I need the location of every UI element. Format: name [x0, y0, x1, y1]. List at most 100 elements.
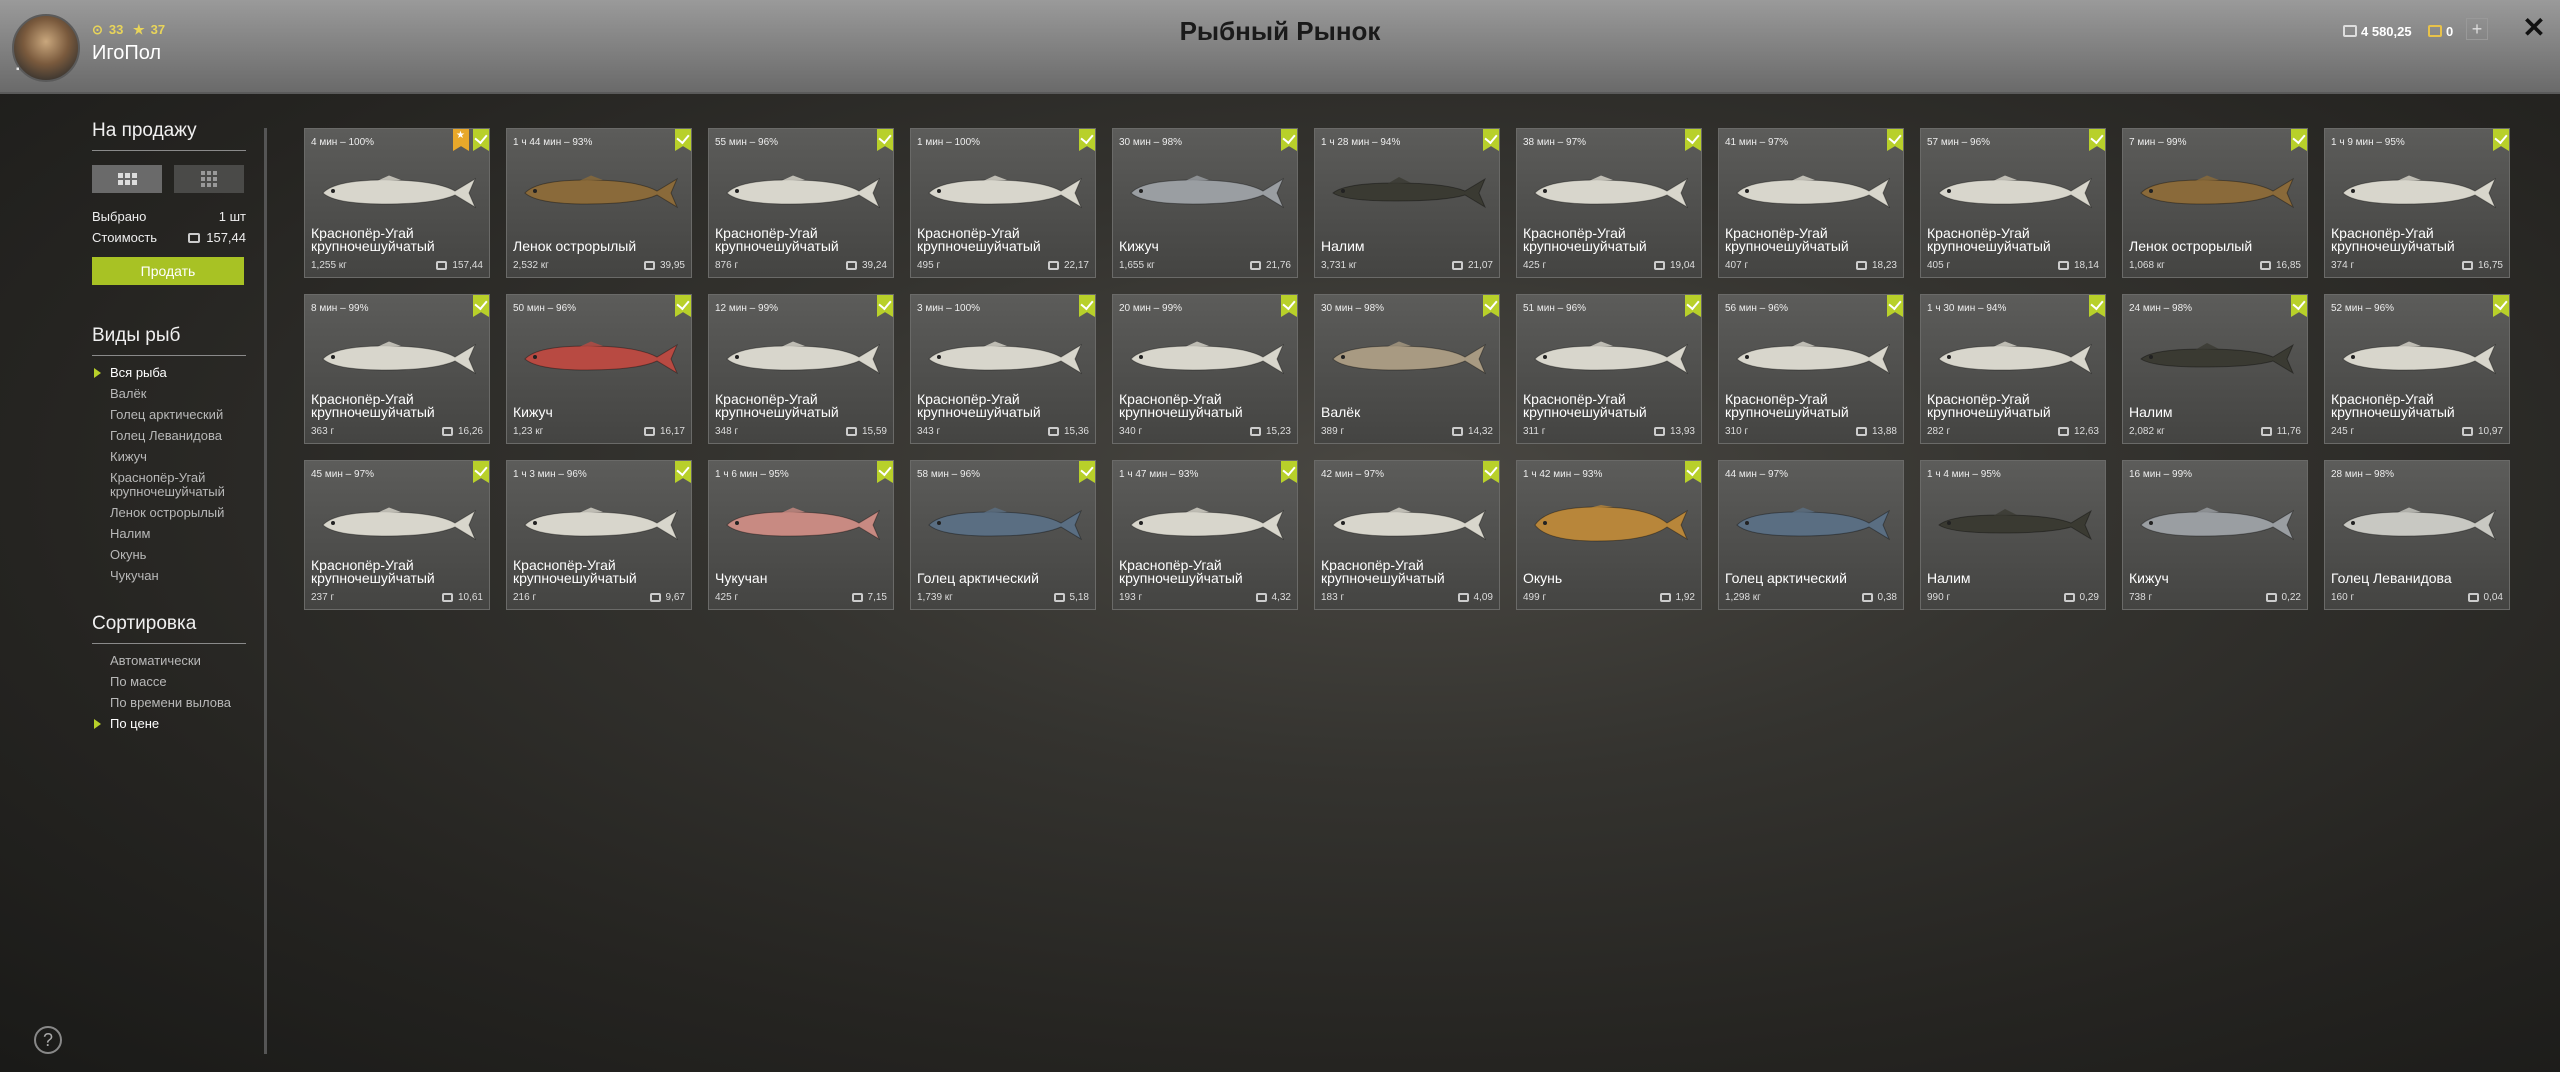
fish-card[interactable]: 20 мин – 99% Краснопёр-Угай крупночешуйча…	[1112, 294, 1298, 444]
selected-check-icon[interactable]	[1079, 129, 1095, 151]
selected-check-icon[interactable]	[473, 461, 489, 483]
price-value: 0,22	[2281, 592, 2301, 603]
sort-option-item[interactable]: По массе	[92, 675, 246, 689]
price-value: 39,24	[861, 260, 887, 271]
fish-card[interactable]: 42 мин – 97% Краснопёр-Угай крупночешуйча…	[1314, 460, 1500, 610]
silver-coin-icon	[1451, 427, 1463, 436]
selected-check-icon[interactable]	[2089, 295, 2105, 317]
selected-check-icon[interactable]	[2291, 129, 2307, 151]
price-value: 13,93	[1669, 426, 1695, 437]
selected-check-icon[interactable]	[675, 461, 691, 483]
fish-card[interactable]: 1 ч 4 мин – 95% Налим 990 г 0,29	[1920, 460, 2106, 610]
selected-check-icon[interactable]	[1483, 129, 1499, 151]
selected-check-icon[interactable]	[1685, 461, 1701, 483]
selected-check-icon[interactable]	[1483, 461, 1499, 483]
fish-card[interactable]: 1 ч 42 мин – 93% Окунь 499 г 1,92	[1516, 460, 1702, 610]
silver-coin-icon	[2461, 427, 2473, 436]
selected-check-icon[interactable]	[473, 295, 489, 317]
fish-type-item[interactable]: Чукучан	[92, 569, 246, 583]
fish-card[interactable]: 1 ч 3 мин – 96% Краснопёр-Угай крупночешу…	[506, 460, 692, 610]
selected-check-icon[interactable]	[1281, 461, 1297, 483]
sort-option-item[interactable]: Автоматически	[92, 654, 246, 668]
selected-check-icon[interactable]	[2291, 295, 2307, 317]
fish-card[interactable]: 1 мин – 100% Краснопёр-Угай крупночешуйча…	[910, 128, 1096, 278]
selected-check-icon[interactable]	[1685, 295, 1701, 317]
fish-card[interactable]: 56 мин – 96% Краснопёр-Угай крупночешуйча…	[1718, 294, 1904, 444]
fish-price: 0,29	[2063, 592, 2099, 603]
fish-card[interactable]: 8 мин – 99% Краснопёр-Угай крупночешуйчат…	[304, 294, 490, 444]
gold-balance: 0	[2428, 20, 2453, 42]
fish-card[interactable]: 51 мин – 96% Краснопёр-Угай крупночешуйча…	[1516, 294, 1702, 444]
fish-price: 16,26	[441, 426, 483, 437]
fish-price: 0,04	[2467, 592, 2503, 603]
fish-card[interactable]: 57 мин – 96% Краснопёр-Угай крупночешуйча…	[1920, 128, 2106, 278]
fish-card[interactable]: 7 мин – 99% Ленок острорылый 1,068 кг 16,85	[2122, 128, 2308, 278]
fish-weight: 876 г	[715, 260, 739, 271]
fish-card[interactable]: 1 ч 47 мин – 93% Краснопёр-Угай крупночеш…	[1112, 460, 1298, 610]
price-value: 16,85	[2275, 260, 2301, 271]
fish-card[interactable]: 50 мин – 96% Кижуч 1,23 кг 16,17	[506, 294, 692, 444]
fish-card[interactable]: 1 ч 6 мин – 95% Чукучан 425 г 7,15	[708, 460, 894, 610]
selected-check-icon[interactable]	[675, 295, 691, 317]
selected-check-icon[interactable]	[1281, 295, 1297, 317]
selected-check-icon[interactable]	[2493, 295, 2509, 317]
fish-weight: 311 г	[1523, 426, 1546, 437]
fish-type-item[interactable]: Краснопёр-Угай крупночешуйчатый	[92, 471, 246, 499]
selected-check-icon[interactable]	[1079, 295, 1095, 317]
fish-card[interactable]: 44 мин – 97% Голец арктический 1,298 кг 0,3…	[1718, 460, 1904, 610]
fish-card[interactable]: 1 ч 28 мин – 94% Налим 3,731 кг 21,07	[1314, 128, 1500, 278]
selected-check-icon[interactable]	[1887, 129, 1903, 151]
silver-coin-icon	[441, 593, 453, 602]
fish-card[interactable]: 1 ч 9 мин – 95% Краснопёр-Угай крупночешу…	[2324, 128, 2510, 278]
large-grid-view-button[interactable]	[92, 165, 162, 193]
fish-card[interactable]: 12 мин – 99% Краснопёр-Угай крупночешуйча…	[708, 294, 894, 444]
selected-check-icon[interactable]	[1281, 129, 1297, 151]
sort-option-item[interactable]: По времени вылова	[92, 696, 246, 710]
selected-check-icon[interactable]	[1887, 295, 1903, 317]
fish-card[interactable]: 4 мин – 100% Краснопёр-Угай крупночешуйча…	[304, 128, 490, 278]
fish-card[interactable]: 28 мин – 98% Голец Леванидова 160 г 0,04	[2324, 460, 2510, 610]
selected-check-icon[interactable]	[1483, 295, 1499, 317]
sort-option-item[interactable]: По цене	[92, 717, 246, 731]
fish-type-item[interactable]: Налим	[92, 527, 246, 541]
silver-coin-icon	[1653, 427, 1665, 436]
catch-time: 42 мин – 97%	[1321, 469, 1385, 480]
fish-type-item[interactable]: Кижуч	[92, 450, 246, 464]
fish-card[interactable]: 52 мин – 96% Краснопёр-Угай крупночешуйча…	[2324, 294, 2510, 444]
selected-check-icon[interactable]	[1079, 461, 1095, 483]
fish-card[interactable]: 45 мин – 97% Краснопёр-Угай крупночешуйча…	[304, 460, 490, 610]
fish-card[interactable]: 16 мин – 99% Кижуч 738 г 0,22	[2122, 460, 2308, 610]
fish-card[interactable]: 3 мин – 100% Краснопёр-Угай крупночешуйча…	[910, 294, 1096, 444]
fish-type-item[interactable]: Валёк	[92, 387, 246, 401]
selected-check-icon[interactable]	[877, 129, 893, 151]
add-gold-button[interactable]: +	[2466, 18, 2488, 40]
fish-type-item[interactable]: Вся рыба	[92, 366, 246, 380]
fish-card[interactable]: 30 мин – 98% Кижуч 1,655 кг 21,76	[1112, 128, 1298, 278]
selected-check-icon[interactable]	[675, 129, 691, 151]
fish-card[interactable]: 41 мин – 97% Краснопёр-Угай крупночешуйча…	[1718, 128, 1904, 278]
selected-check-icon[interactable]	[2493, 129, 2509, 151]
silver-coin-icon	[2057, 427, 2069, 436]
price-value: 10,97	[2477, 426, 2503, 437]
close-button[interactable]: ✕	[2518, 12, 2550, 44]
fish-card[interactable]: 24 мин – 98% Налим 2,082 кг 11,76	[2122, 294, 2308, 444]
help-button[interactable]: ?	[34, 1026, 62, 1054]
fish-card[interactable]: 1 ч 44 мин – 93% Ленок острорылый 2,532 кг…	[506, 128, 692, 278]
selected-check-icon[interactable]	[1685, 129, 1701, 151]
fish-card[interactable]: 1 ч 30 мин – 94% Краснопёр-Угай крупночеш…	[1920, 294, 2106, 444]
selected-check-icon[interactable]	[877, 295, 893, 317]
fish-type-item[interactable]: Голец арктический	[92, 408, 246, 422]
fish-type-item[interactable]: Ленок острорылый	[92, 506, 246, 520]
selected-check-icon[interactable]	[877, 461, 893, 483]
selected-check-icon[interactable]	[473, 129, 489, 151]
fish-weight: 425 г	[715, 592, 739, 603]
fish-card[interactable]: 38 мин – 97% Краснопёр-Угай крупночешуйча…	[1516, 128, 1702, 278]
selected-check-icon[interactable]	[2089, 129, 2105, 151]
fish-type-item[interactable]: Окунь	[92, 548, 246, 562]
fish-card[interactable]: 58 мин – 96% Голец арктический 1,739 кг 5,1…	[910, 460, 1096, 610]
fish-card[interactable]: 55 мин – 96% Краснопёр-Угай крупночешуйча…	[708, 128, 894, 278]
fish-type-item[interactable]: Голец Леванидова	[92, 429, 246, 443]
small-grid-view-button[interactable]	[174, 165, 244, 193]
sell-button[interactable]: Продать	[92, 257, 244, 285]
fish-card[interactable]: 30 мин – 98% Валёк 389 г 14,32	[1314, 294, 1500, 444]
